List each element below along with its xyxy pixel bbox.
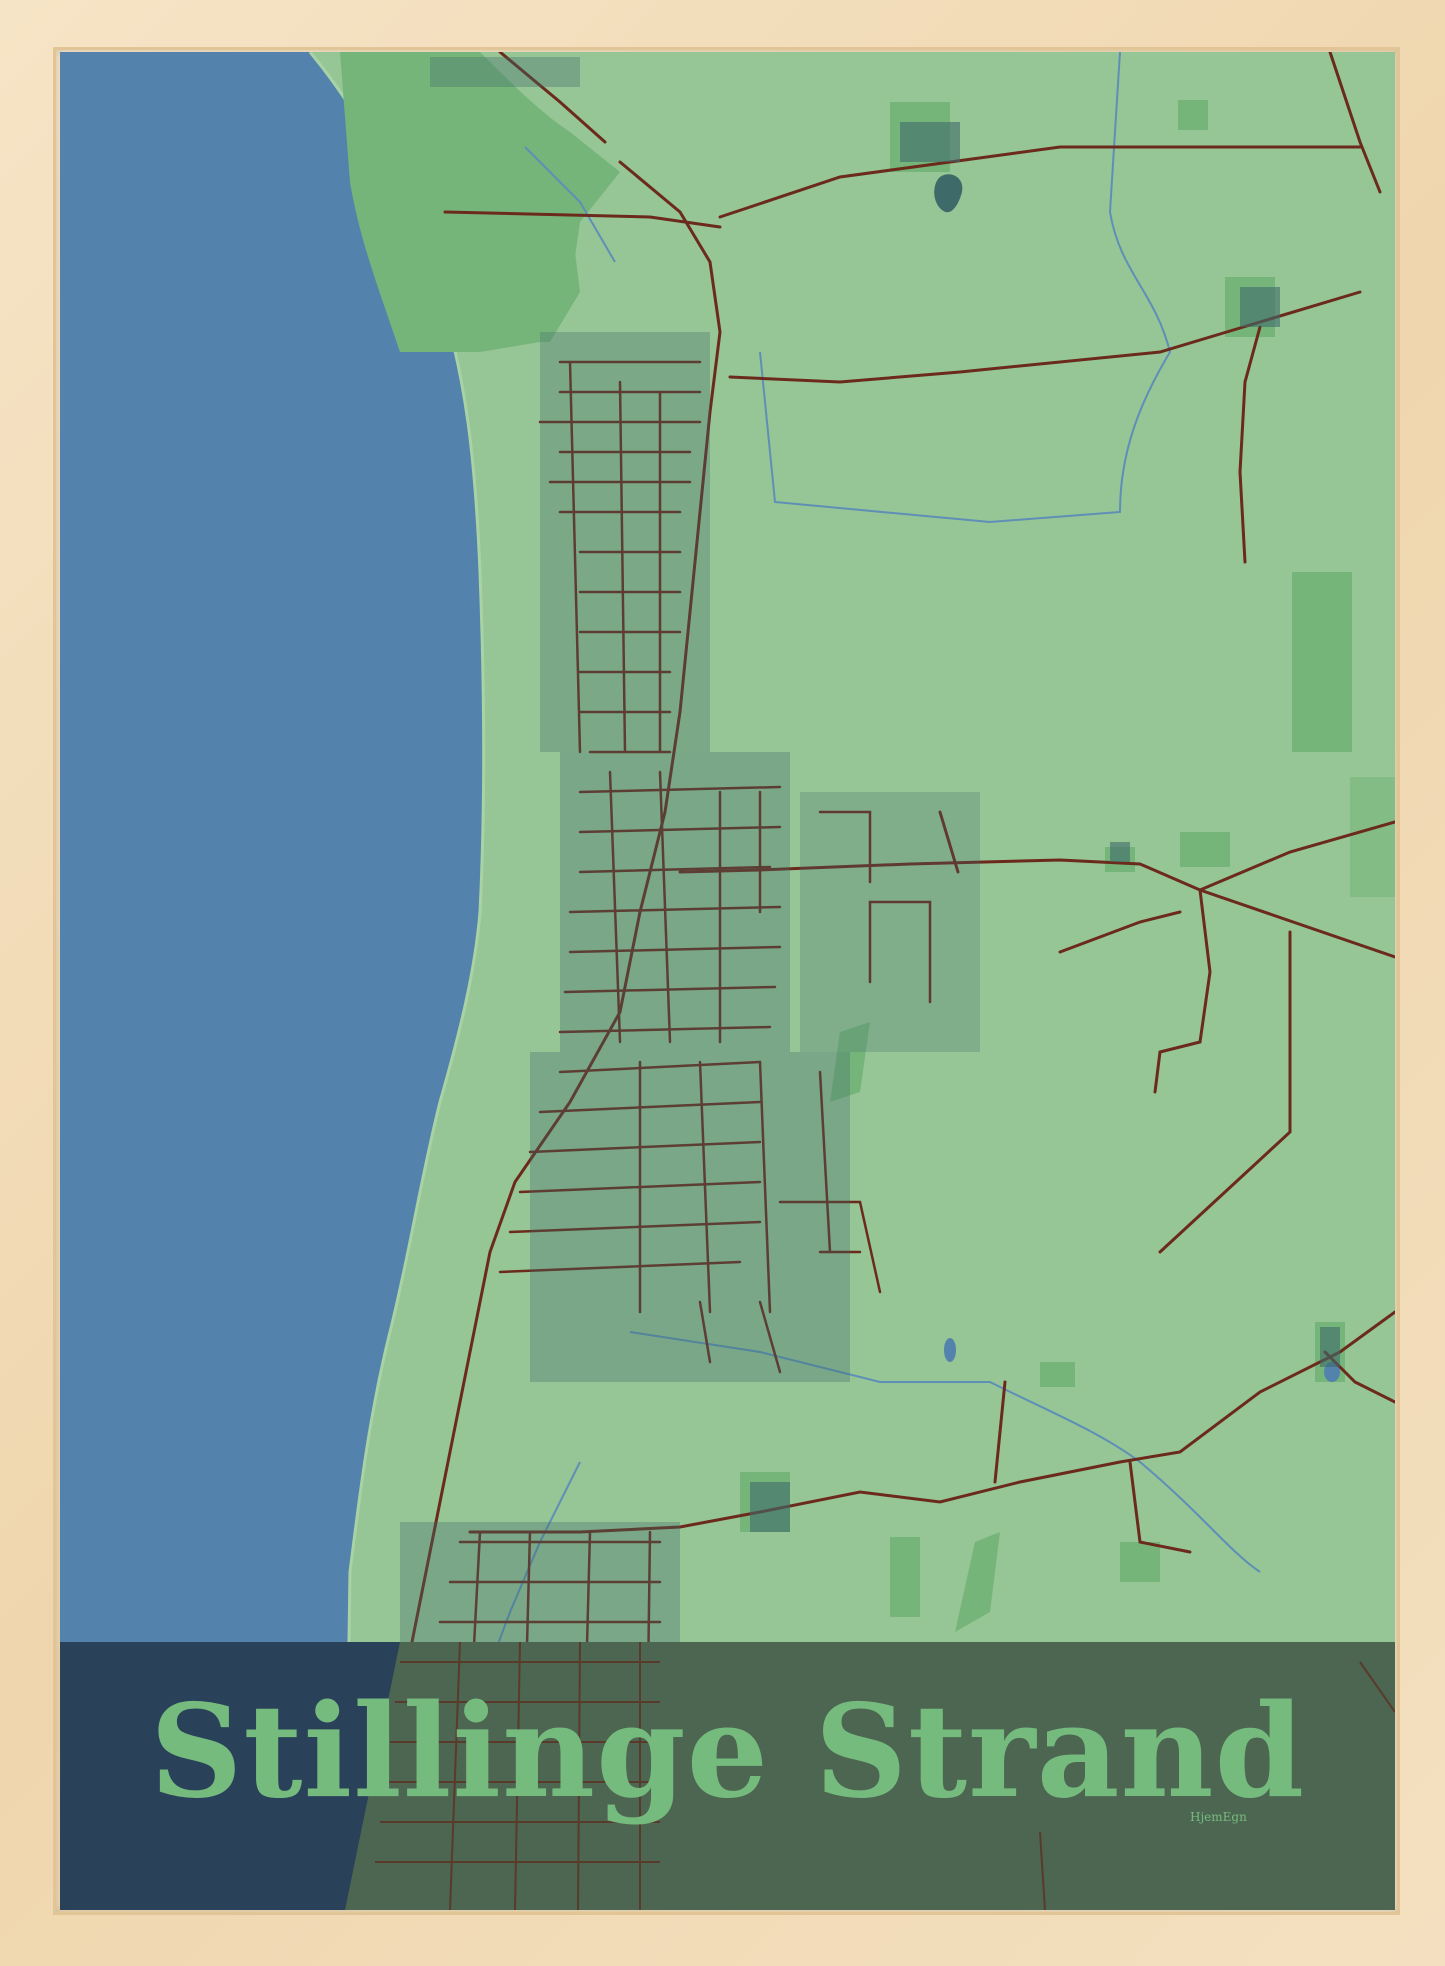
farm-patch-6 [890,1537,920,1617]
farm-patch-13 [1350,777,1395,897]
farm-patch-3 [1178,100,1208,130]
forest-lower [390,202,580,342]
pond-mid [944,1338,956,1362]
map-canvas [60,52,1395,1910]
farm-patch-5 [1040,1362,1075,1387]
brand-mark: HjemEgn [1190,1810,1247,1824]
wooden-frame: Stillinge Strand HjemEgn [0,0,1445,1966]
farm-patch-11 [1120,1542,1160,1582]
poster-title: Stillinge Strand [149,1677,1306,1827]
map-poster: Stillinge Strand HjemEgn [60,52,1395,1910]
forest-patch-east-2 [1292,612,1325,752]
farm-patch-10 [1180,832,1230,867]
